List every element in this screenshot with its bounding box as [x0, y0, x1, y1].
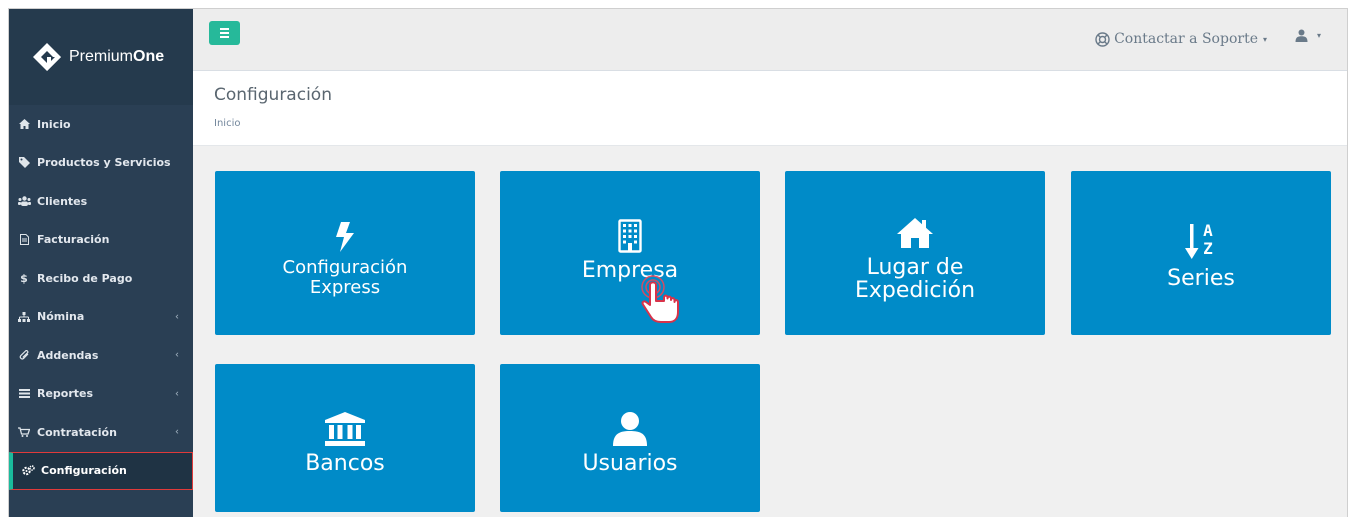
sidebar-item-configuracion[interactable]: Configuración — [9, 451, 193, 490]
pointer-hand-cursor-icon — [641, 275, 679, 323]
paperclip-icon — [17, 349, 31, 361]
chevron-left-icon: ‹ — [175, 426, 179, 438]
sidebar-item-label: Facturación — [37, 233, 110, 247]
tile-label: Lugar de Expedición — [854, 255, 976, 303]
sidebar-nav: Inicio Productos y Servicios Clientes Fa… — [9, 105, 193, 490]
tile-label: Usuarios — [582, 450, 678, 476]
sidebar: PremiumOne Inicio Productos y Servicios … — [9, 9, 193, 517]
page-title: Configuración — [214, 85, 332, 105]
sidebar-item-addendas[interactable]: Addendas ‹ — [9, 336, 193, 375]
tile-bancos[interactable]: Bancos — [215, 364, 475, 512]
sidebar-item-label: Inicio — [37, 117, 71, 131]
premiumone-logo-icon — [33, 43, 61, 71]
sidebar-item-label: Productos y Servicios — [37, 156, 171, 170]
breadcrumb[interactable]: Inicio — [214, 118, 240, 129]
bolt-icon — [335, 208, 355, 252]
chevron-left-icon: ‹ — [175, 349, 179, 361]
tile-empresa[interactable]: Empresa — [500, 171, 760, 335]
cart-icon — [17, 427, 31, 438]
menu-toggle-button[interactable] — [209, 21, 240, 45]
sidebar-item-label: Contratación — [37, 425, 117, 439]
tag-icon — [17, 157, 31, 169]
sidebar-item-label: Clientes — [37, 194, 88, 208]
brand-name: PremiumOne — [69, 48, 165, 65]
sort-alpha-icon: A Z — [1185, 217, 1217, 261]
svg-text:Z: Z — [1203, 239, 1213, 258]
dollar-icon: $ — [20, 271, 28, 285]
page-header: Configuración Inicio — [193, 71, 1347, 146]
tile-lugar-expedicion[interactable]: Lugar de Expedición — [785, 171, 1045, 335]
brand-logo[interactable]: PremiumOne — [9, 9, 193, 105]
sidebar-item-contratacion[interactable]: Contratación ‹ — [9, 413, 193, 452]
support-dropdown[interactable]: Contactar a Soporte ▾ — [1095, 31, 1267, 47]
life-ring-icon — [1095, 31, 1110, 47]
user-icon — [1295, 29, 1308, 42]
app-frame: PremiumOne Inicio Productos y Servicios … — [8, 8, 1348, 517]
sidebar-item-reportes[interactable]: Reportes ‹ — [9, 375, 193, 414]
bank-icon — [325, 402, 365, 446]
sidebar-item-inicio[interactable]: Inicio — [9, 105, 193, 144]
sidebar-item-label: Recibo de Pago — [37, 271, 133, 285]
config-tiles-area: Configuración Express Empresa Lugar de E… — [193, 146, 1347, 517]
tile-label: Series — [1167, 265, 1235, 291]
sidebar-item-facturacion[interactable]: Facturación — [9, 221, 193, 260]
user-icon — [613, 402, 647, 446]
home-icon — [17, 119, 31, 130]
tile-label: Bancos — [305, 450, 385, 476]
sidebar-item-label: Reportes — [37, 387, 94, 401]
sidebar-item-productos-servicios[interactable]: Productos y Servicios — [9, 144, 193, 183]
user-menu-dropdown[interactable]: ▾ — [1295, 29, 1321, 42]
home-icon — [897, 204, 933, 248]
support-label: Contactar a Soporte — [1114, 31, 1258, 47]
list-icon — [17, 389, 31, 399]
sitemap-icon — [17, 311, 31, 322]
sidebar-item-clientes[interactable]: Clientes — [9, 182, 193, 221]
chevron-left-icon: ‹ — [175, 388, 179, 400]
users-icon — [17, 196, 31, 207]
caret-down-icon: ▾ — [1262, 34, 1267, 44]
chevron-left-icon: ‹ — [175, 311, 179, 323]
file-icon — [17, 234, 31, 246]
tile-series[interactable]: A Z Series — [1071, 171, 1331, 335]
top-navbar: Contactar a Soporte ▾ ▾ — [193, 9, 1347, 71]
tile-usuarios[interactable]: Usuarios — [500, 364, 760, 512]
sidebar-item-label: Configuración — [41, 464, 127, 478]
caret-down-icon: ▾ — [1316, 31, 1321, 40]
cogs-icon — [21, 465, 35, 476]
sidebar-item-label: Addendas — [37, 348, 99, 362]
svg-text:A: A — [1203, 221, 1213, 240]
building-icon — [618, 209, 642, 253]
sidebar-item-recibo-pago[interactable]: $ Recibo de Pago — [9, 259, 193, 298]
sidebar-item-nomina[interactable]: Nómina ‹ — [9, 298, 193, 337]
tile-configuracion-express[interactable]: Configuración Express — [215, 171, 475, 335]
sidebar-item-label: Nómina — [37, 310, 85, 324]
hamburger-icon — [220, 28, 229, 30]
tile-label: Configuración Express — [282, 257, 408, 298]
